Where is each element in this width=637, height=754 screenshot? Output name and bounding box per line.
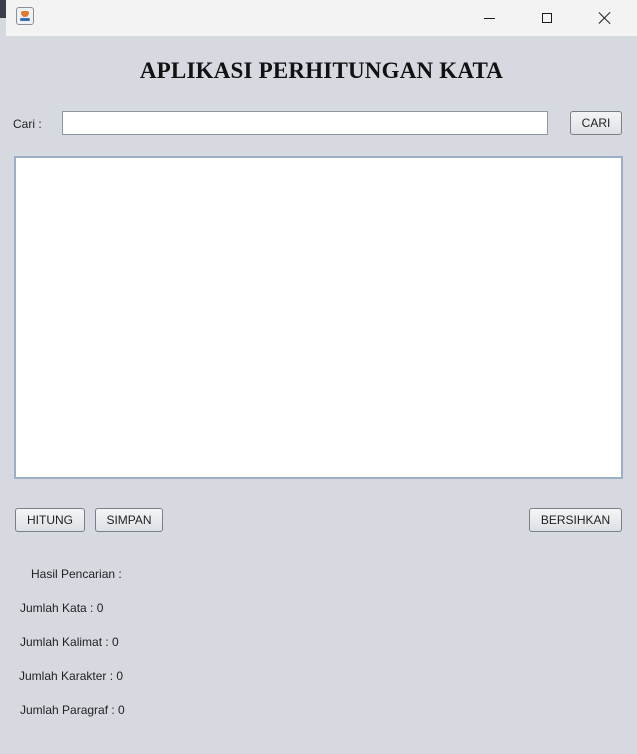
char-count-label: Jumlah Karakter : 0 (19, 669, 124, 683)
text-editor[interactable] (14, 156, 623, 479)
maximize-button[interactable] (524, 0, 570, 36)
search-result-label: Hasil Pencarian : (31, 567, 122, 581)
close-icon (598, 11, 612, 25)
java-app-icon[interactable] (16, 7, 34, 25)
page-title: APLIKASI PERHITUNGAN KATA (139, 58, 504, 83)
minimize-icon (483, 17, 495, 19)
search-input[interactable] (62, 111, 548, 135)
count-button[interactable]: HITUNG (15, 508, 85, 532)
minimize-button[interactable] (466, 0, 512, 36)
clear-button[interactable]: BERSIHKAN (529, 508, 622, 532)
app-window: APLIKASI PERHITUNGAN KATA Cari : CARI HI… (0, 0, 637, 754)
close-button[interactable] (582, 0, 628, 36)
search-button[interactable]: CARI (570, 111, 622, 135)
save-button[interactable]: SIMPAN (95, 508, 163, 532)
sentence-count-label: Jumlah Kalimat : 0 (20, 635, 119, 649)
search-label: Cari : (13, 117, 42, 131)
paragraph-count-label: Jumlah Paragraf : 0 (20, 703, 125, 717)
word-count-label: Jumlah Kata : 0 (20, 601, 104, 615)
maximize-icon (542, 13, 552, 23)
title-bar[interactable] (6, 0, 637, 36)
